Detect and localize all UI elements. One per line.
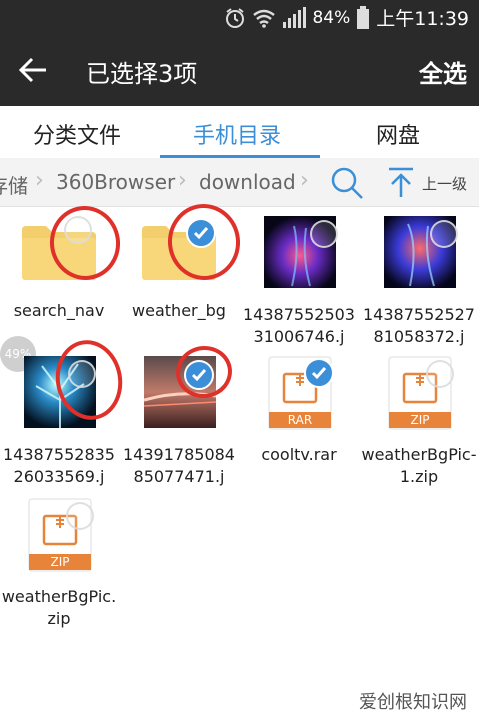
file-name: 1438755250331006746.j: [243, 305, 355, 346]
file-name: 1438755283526033569.j: [3, 445, 115, 486]
battery-icon: [357, 5, 370, 29]
chevron-right-icon: ›: [35, 168, 44, 193]
file-name: 1439178508485077471.j: [123, 445, 235, 486]
archive-type-label: ZIP: [50, 555, 70, 569]
breadcrumb-360browser[interactable]: 360Browser: [56, 170, 175, 194]
breadcrumb: 存储 › 360Browser › download › 上一级: [0, 158, 479, 207]
status-bar: 84% 上午11:39: [0, 0, 479, 34]
tab-cloud-drive[interactable]: 网盘: [376, 118, 420, 150]
up-arrow-icon[interactable]: [386, 166, 416, 198]
archive-type-label: RAR: [287, 413, 313, 427]
app-bar: 已选择3项 全选: [0, 34, 479, 106]
chevron-right-icon: ›: [300, 168, 309, 193]
file-name: weatherBgPic-1.zip: [361, 445, 477, 486]
chevron-right-icon: ›: [178, 168, 187, 193]
unchecked-circle-icon[interactable]: [426, 360, 454, 388]
unchecked-circle-icon[interactable]: [66, 502, 94, 530]
signal-icon: [283, 6, 307, 28]
breadcrumb-storage[interactable]: 存储: [0, 170, 28, 199]
select-all-button[interactable]: 全选: [419, 54, 467, 89]
status-icons: 84% 上午11:39: [224, 4, 469, 31]
selected-check-icon[interactable]: [304, 358, 334, 388]
archive-type-label: ZIP: [410, 413, 430, 427]
alarm-icon: [226, 7, 245, 28]
file-name: weather_bg: [132, 301, 226, 320]
file-name: weatherBgPic.zip: [1, 587, 117, 628]
back-arrow-icon[interactable]: [18, 56, 48, 84]
up-level-label[interactable]: 上一级: [422, 173, 467, 194]
file-name: search_nav: [13, 301, 105, 320]
unchecked-circle-icon[interactable]: [310, 220, 338, 248]
watermark: 爱创根知识网: [359, 692, 467, 713]
search-icon[interactable]: [330, 166, 364, 200]
wifi-icon: [253, 9, 276, 28]
file-name: cooltv.rar: [261, 445, 337, 464]
tab-phone-directory[interactable]: 手机目录: [193, 118, 281, 150]
file-name: 1438755252781058372.j: [363, 305, 475, 346]
selection-title: 已选择3项: [86, 60, 198, 88]
tab-categories[interactable]: 分类文件: [33, 118, 121, 150]
breadcrumb-download[interactable]: download: [199, 170, 296, 194]
tab-bar: 分类文件 手机目录 网盘: [0, 106, 479, 159]
battery-percent: 84%: [312, 7, 351, 28]
clock: 上午11:39: [376, 8, 469, 30]
unchecked-circle-icon[interactable]: [430, 220, 458, 248]
